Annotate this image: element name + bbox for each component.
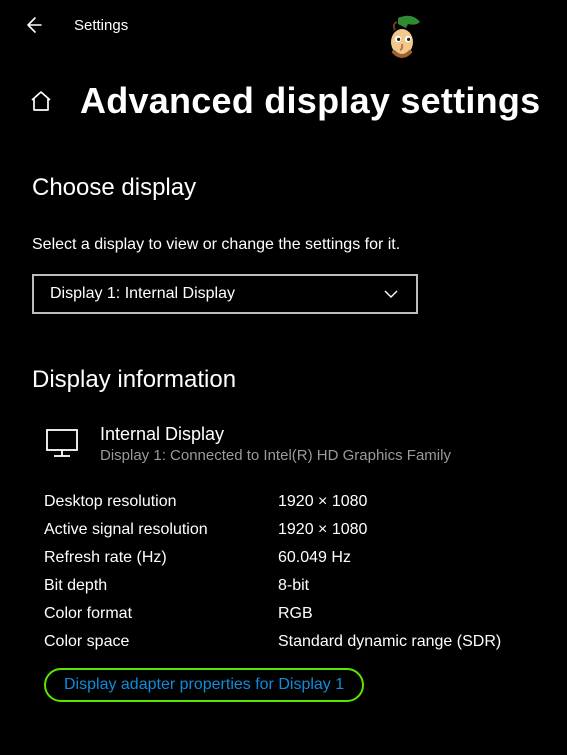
info-row: Color spaceStandard dynamic range (SDR)	[44, 628, 567, 656]
display-information-heading: Display information	[32, 366, 567, 394]
display-summary: Internal Display Display 1: Connected to…	[32, 424, 567, 464]
chevron-down-icon	[382, 285, 400, 303]
display-name: Internal Display	[100, 424, 451, 445]
display-info-list: Desktop resolution1920 × 1080 Active sig…	[32, 488, 567, 656]
info-value: Standard dynamic range (SDR)	[278, 633, 501, 651]
info-row: Bit depth8-bit	[44, 572, 567, 600]
info-row: Refresh rate (Hz)60.049 Hz	[44, 544, 567, 572]
home-button[interactable]	[28, 88, 54, 114]
display-select[interactable]: Display 1: Internal Display	[32, 274, 418, 314]
info-label: Desktop resolution	[44, 493, 278, 511]
info-row: Active signal resolution1920 × 1080	[44, 516, 567, 544]
display-information-section: Display information Internal Display Dis…	[0, 366, 567, 702]
page-title: Advanced display settings	[80, 80, 540, 122]
info-value: 1920 × 1080	[278, 521, 367, 539]
choose-display-heading: Choose display	[32, 174, 567, 202]
choose-display-section: Choose display Select a display to view …	[0, 174, 567, 314]
page-header: Advanced display settings	[0, 36, 567, 122]
info-value: 60.049 Hz	[278, 549, 351, 567]
info-label: Color space	[44, 633, 278, 651]
info-value: 8-bit	[278, 577, 309, 595]
display-select-value: Display 1: Internal Display	[50, 285, 235, 303]
info-label: Bit depth	[44, 577, 278, 595]
display-subtitle: Display 1: Connected to Intel(R) HD Grap…	[100, 447, 451, 464]
topbar-title: Settings	[74, 17, 128, 34]
monitor-icon	[44, 424, 80, 460]
topbar: Settings	[0, 0, 567, 36]
back-button[interactable]	[22, 14, 44, 36]
info-label: Color format	[44, 605, 278, 623]
info-row: Color formatRGB	[44, 600, 567, 628]
info-label: Active signal resolution	[44, 521, 278, 539]
info-row: Desktop resolution1920 × 1080	[44, 488, 567, 516]
info-value: RGB	[278, 605, 313, 623]
choose-display-subtext: Select a display to view or change the s…	[32, 236, 567, 254]
arrow-left-icon	[23, 15, 43, 35]
display-adapter-properties-link[interactable]: Display adapter properties for Display 1	[44, 668, 364, 702]
info-label: Refresh rate (Hz)	[44, 549, 278, 567]
info-value: 1920 × 1080	[278, 493, 367, 511]
home-icon	[29, 89, 53, 113]
